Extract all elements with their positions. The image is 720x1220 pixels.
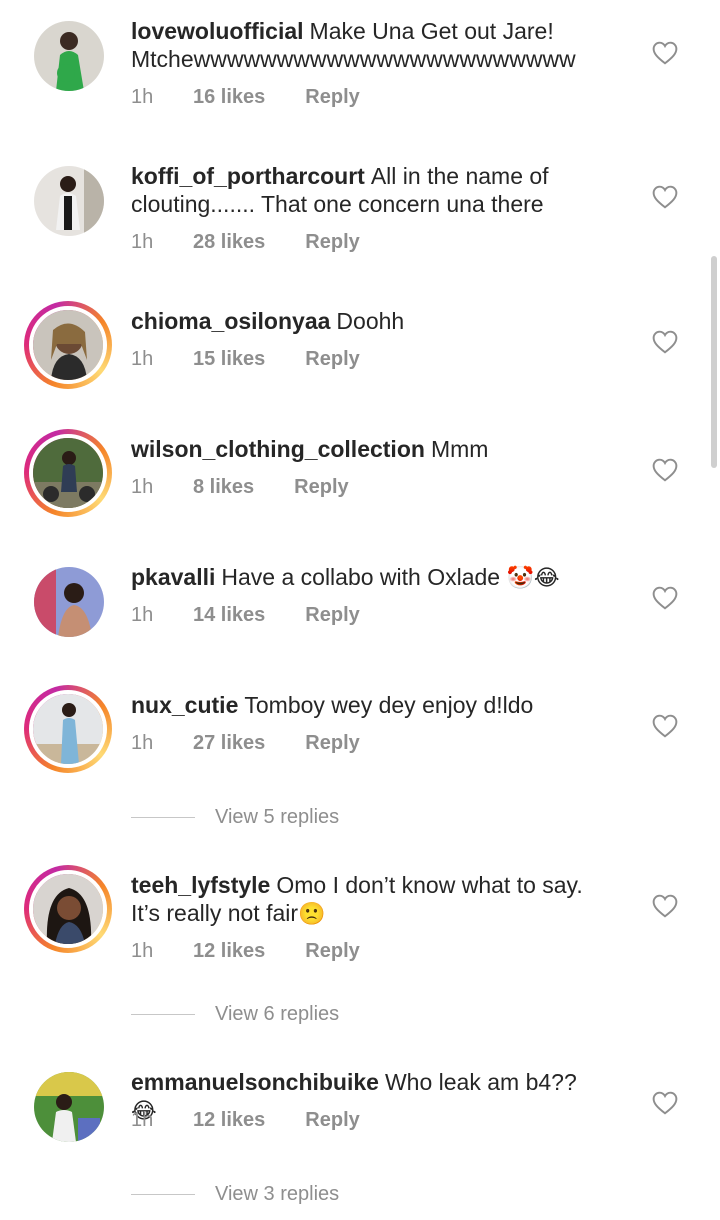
comment-text: Mmm bbox=[430, 436, 489, 462]
reply-button[interactable]: Reply bbox=[305, 231, 359, 254]
avatar[interactable] bbox=[24, 156, 112, 244]
reply-button[interactable]: Reply bbox=[294, 476, 348, 499]
comment-username[interactable]: teeh_lyfstyle bbox=[131, 872, 270, 898]
comment-likes[interactable]: 28 likes bbox=[193, 231, 265, 254]
comment-text: Tomboy wey dey enjoy d!ldo bbox=[244, 692, 534, 718]
heart-outline-icon[interactable] bbox=[652, 41, 678, 65]
divider bbox=[131, 1014, 195, 1015]
view-replies-label[interactable]: View 3 replies bbox=[215, 1183, 339, 1206]
view-replies-button[interactable]: View 3 replies bbox=[131, 1183, 339, 1206]
comment-time: 1h bbox=[131, 1109, 154, 1131]
comment-username[interactable]: nux_cutie bbox=[131, 692, 238, 718]
avatar[interactable] bbox=[24, 1062, 112, 1150]
heart-outline-icon[interactable] bbox=[652, 330, 678, 354]
view-replies-button[interactable]: View 6 replies bbox=[131, 1003, 339, 1026]
emoji: 🤡😂 bbox=[506, 566, 560, 591]
comment-likes[interactable]: 8 likes bbox=[193, 476, 254, 499]
comment-likes[interactable]: 12 likes bbox=[193, 1109, 265, 1132]
comment-time: 1h bbox=[131, 86, 154, 108]
heart-outline-icon[interactable] bbox=[652, 894, 678, 918]
comment-username[interactable]: emmanuelsonchibuike bbox=[131, 1069, 379, 1095]
comment-username[interactable]: lovewoluofficial bbox=[131, 18, 304, 44]
heart-outline-icon[interactable] bbox=[652, 714, 678, 738]
scrollbar[interactable] bbox=[711, 256, 717, 468]
view-replies-label[interactable]: View 6 replies bbox=[215, 1003, 339, 1026]
comment-likes[interactable]: 15 likes bbox=[193, 348, 265, 371]
heart-outline-icon[interactable] bbox=[652, 586, 678, 610]
comment-time: 1h bbox=[131, 231, 154, 253]
emoji: 🙁 bbox=[298, 902, 326, 927]
reply-button[interactable]: Reply bbox=[305, 86, 359, 109]
comment-likes[interactable]: 16 likes bbox=[193, 86, 265, 109]
comment-username[interactable]: pkavalli bbox=[131, 564, 215, 590]
comment-time: 1h bbox=[131, 348, 154, 370]
comment-time: 1h bbox=[131, 940, 154, 962]
comment-text: Who leak am b4?? bbox=[384, 1069, 577, 1095]
reply-button[interactable]: Reply bbox=[305, 732, 359, 755]
avatar[interactable] bbox=[24, 557, 112, 645]
comment-username[interactable]: chioma_osilonyaa bbox=[131, 308, 330, 334]
heart-outline-icon[interactable] bbox=[652, 458, 678, 482]
avatar[interactable] bbox=[24, 11, 112, 99]
reply-button[interactable]: Reply bbox=[305, 1109, 359, 1132]
comment-text: Have a collabo with Oxlade bbox=[221, 564, 501, 590]
view-replies-label[interactable]: View 5 replies bbox=[215, 806, 339, 829]
avatar[interactable] bbox=[24, 429, 112, 517]
reply-button[interactable]: Reply bbox=[305, 348, 359, 371]
comment-likes[interactable]: 27 likes bbox=[193, 732, 265, 755]
comment-likes[interactable]: 12 likes bbox=[193, 940, 265, 963]
comment-time: 1h bbox=[131, 604, 154, 626]
comment-time: 1h bbox=[131, 732, 154, 754]
reply-button[interactable]: Reply bbox=[305, 940, 359, 963]
view-replies-button[interactable]: View 5 replies bbox=[131, 806, 339, 829]
avatar[interactable] bbox=[24, 865, 112, 953]
comment-likes[interactable]: 14 likes bbox=[193, 604, 265, 627]
comment-username[interactable]: koffi_of_portharcourt bbox=[131, 163, 365, 189]
divider bbox=[131, 817, 195, 818]
comment-text: Doohh bbox=[336, 308, 405, 334]
avatar[interactable] bbox=[24, 685, 112, 773]
avatar[interactable] bbox=[24, 301, 112, 389]
divider bbox=[131, 1194, 195, 1195]
comment-time: 1h bbox=[131, 476, 154, 498]
heart-outline-icon[interactable] bbox=[652, 185, 678, 209]
comment-username[interactable]: wilson_clothing_collection bbox=[131, 436, 425, 462]
reply-button[interactable]: Reply bbox=[305, 604, 359, 627]
heart-outline-icon[interactable] bbox=[652, 1091, 678, 1115]
